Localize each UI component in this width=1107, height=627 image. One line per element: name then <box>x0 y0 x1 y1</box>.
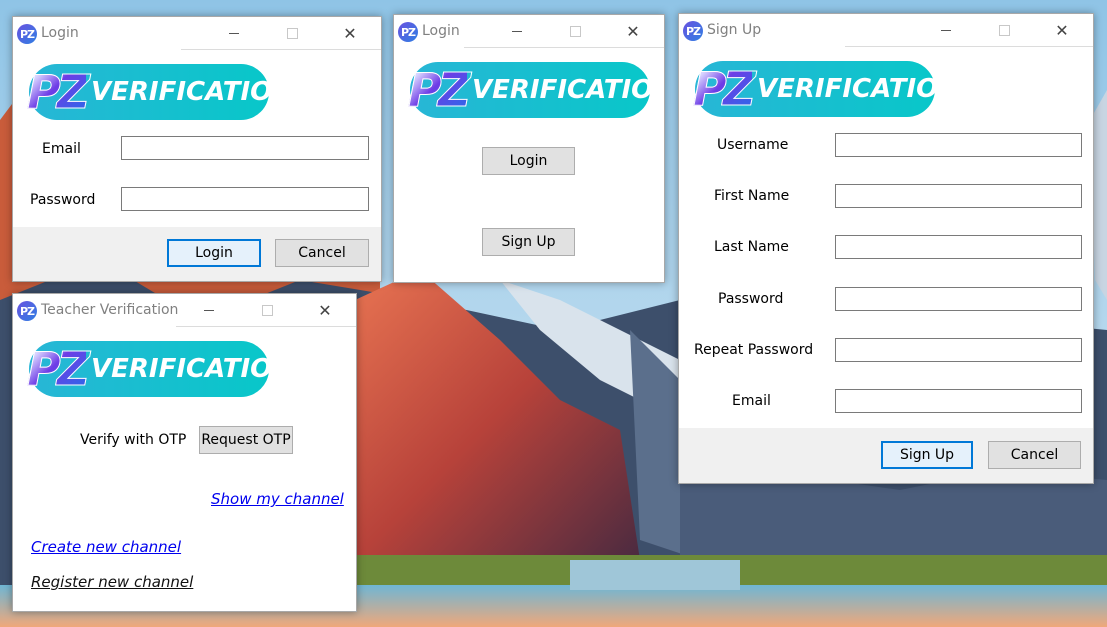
email-field[interactable] <box>835 389 1082 413</box>
window-title: Sign Up <box>707 22 762 38</box>
cancel-button[interactable]: Cancel <box>988 441 1081 469</box>
close-icon[interactable]: ✕ <box>610 15 656 47</box>
close-icon[interactable]: ✕ <box>1039 14 1085 46</box>
show-my-channel-link[interactable]: Show my channel <box>211 490 344 508</box>
login-window: PZ Login ✕ PZ VERIFICATION Email Passwor… <box>12 16 382 282</box>
last-name-field[interactable] <box>835 235 1082 259</box>
password-field[interactable] <box>835 287 1082 311</box>
create-new-channel-link[interactable]: Create new channel <box>31 538 181 556</box>
close-icon[interactable]: ✕ <box>302 294 348 326</box>
request-otp-button[interactable]: Request OTP <box>199 426 293 454</box>
login-button[interactable]: Login <box>482 147 575 175</box>
sign-up-window: PZ Sign Up ✕ PZ VERIFICATION Username Fi… <box>678 13 1094 484</box>
username-field[interactable] <box>835 133 1082 157</box>
close-icon[interactable]: ✕ <box>327 17 373 49</box>
divider <box>845 46 1093 47</box>
last-name-label: Last Name <box>714 239 789 255</box>
app-icon: PZ <box>17 301 37 321</box>
window-title: Login <box>422 23 460 39</box>
teacher-verification-window: PZ Teacher Verification ✕ PZ VERIFICATIO… <box>12 293 357 612</box>
title-bar[interactable]: PZ Sign Up ✕ <box>679 14 1093 46</box>
password-label: Password <box>718 291 784 307</box>
pz-verification-logo: PZ VERIFICATION <box>692 61 960 117</box>
minimize-icon[interactable] <box>494 15 540 47</box>
repeat-password-field[interactable] <box>835 338 1082 362</box>
title-bar[interactable]: PZ Login ✕ <box>394 15 664 47</box>
username-label: Username <box>717 137 789 153</box>
login-button[interactable]: Login <box>167 239 261 267</box>
app-icon: PZ <box>398 22 418 42</box>
password-label: Password <box>30 192 96 208</box>
minimize-icon[interactable] <box>211 17 257 49</box>
app-icon: PZ <box>17 24 37 44</box>
start-window: PZ Login ✕ PZ VERIFICATION Login Sign Up <box>393 14 665 283</box>
password-field[interactable] <box>121 187 369 211</box>
pz-verification-logo: PZ VERIFICATION <box>26 64 294 120</box>
email-label: Email <box>732 393 771 409</box>
sign-up-button[interactable]: Sign Up <box>881 441 973 469</box>
minimize-icon[interactable] <box>186 294 232 326</box>
minimize-icon[interactable] <box>923 14 969 46</box>
first-name-field[interactable] <box>835 184 1082 208</box>
email-label: Email <box>42 141 81 157</box>
divider <box>176 326 356 327</box>
pz-verification-logo: PZ VERIFICATION <box>26 341 294 397</box>
app-icon: PZ <box>683 21 703 41</box>
window-title: Teacher Verification <box>41 302 179 318</box>
cancel-button[interactable]: Cancel <box>275 239 369 267</box>
title-bar[interactable]: PZ Teacher Verification ✕ <box>13 294 356 326</box>
window-title: Login <box>41 25 79 41</box>
verify-otp-label: Verify with OTP <box>80 432 187 448</box>
maximize-icon <box>981 14 1027 46</box>
sign-up-button[interactable]: Sign Up <box>482 228 575 256</box>
title-bar[interactable]: PZ Login ✕ <box>13 17 381 49</box>
divider <box>181 49 381 50</box>
pz-verification-logo: PZ VERIFICATION <box>407 62 664 118</box>
maximize-icon <box>552 15 598 47</box>
repeat-password-label: Repeat Password <box>694 342 814 358</box>
email-field[interactable] <box>121 136 369 160</box>
first-name-label: First Name <box>714 188 790 204</box>
maximize-icon <box>244 294 290 326</box>
maximize-icon <box>269 17 315 49</box>
divider <box>464 47 664 48</box>
register-new-channel-link[interactable]: Register new channel <box>31 573 193 591</box>
